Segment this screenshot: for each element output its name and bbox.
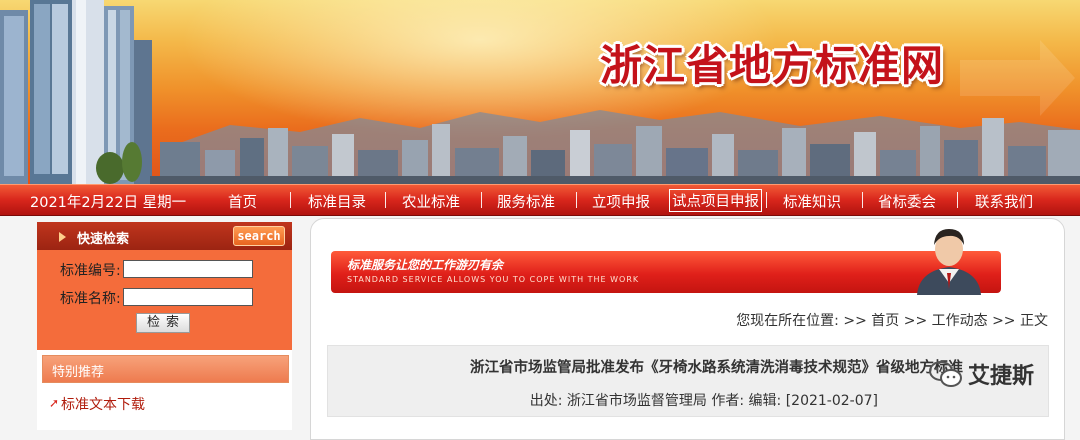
quick-search-panel: 快速检索 search 标准编号: 标准名称: 检索 (37, 222, 292, 350)
nav-separator (576, 192, 577, 208)
nav-contact-us[interactable]: 联系我们 (975, 191, 1033, 212)
standard-code-input[interactable] (123, 260, 253, 278)
nav-separator (385, 192, 386, 208)
nav-pilot-project-application[interactable]: 试点项目申报 (669, 189, 762, 212)
standard-text-download-label: 标准文本下载 (61, 397, 145, 413)
main-nav: 2021年2月22日 星期一 首页 标准目录 农业标准 服务标准 立项申报 试点… (0, 184, 1080, 216)
search-badge: search (233, 226, 285, 246)
nav-separator (766, 192, 767, 208)
wechat-icon (929, 361, 962, 387)
site-title: 浙江省地方标准网 (600, 41, 945, 90)
search-button[interactable]: 检索 (136, 313, 190, 333)
standard-code-label: 标准编号: (60, 263, 121, 279)
left-sidebar: 快速检索 search 标准编号: 标准名称: 检索 特别推荐 ➚ 标准文本下载 (37, 222, 292, 430)
article-title: 浙江省市场监管局批准发布《牙椅水路系统清洗消毒技术规范》省级地方标准 (470, 360, 963, 376)
nav-service-standards[interactable]: 服务标准 (497, 191, 555, 212)
nav-agriculture-standards[interactable]: 农业标准 (402, 191, 460, 212)
quick-search-title: 快速检索 (77, 232, 130, 247)
slogan-banner: 标准服务让您的工作游刃有余 STANDARD SERVICE ALLOWS YO… (331, 251, 1001, 293)
watermark-text: 艾捷斯 (968, 364, 1035, 389)
breadcrumb: 您现在所在位置: >> 首页 >> 工作动态 >> 正文 (736, 313, 1048, 329)
slogan-chinese: 标准服务让您的工作游刃有余 (347, 258, 504, 272)
main-content: 标准服务让您的工作游刃有余 STANDARD SERVICE ALLOWS YO… (310, 218, 1065, 440)
standard-name-input[interactable] (123, 288, 253, 306)
nav-standard-catalog[interactable]: 标准目录 (308, 191, 366, 212)
recommend-title: 特别推荐 (52, 365, 105, 380)
wechat-watermark: 艾捷斯 (928, 358, 1034, 398)
quick-search-header: 快速检索 search (37, 222, 292, 250)
businessman-illustration (917, 229, 981, 295)
current-date: 2021年2月22日 星期一 (30, 195, 187, 211)
header-banner: 浙江省地方标准网 (0, 0, 1080, 184)
nav-separator (481, 192, 482, 208)
nav-separator (862, 192, 863, 208)
nav-home[interactable]: 首页 (228, 191, 257, 212)
standard-name-label: 标准名称: (60, 291, 121, 307)
recommend-panel: 特别推荐 ➚ 标准文本下载 (37, 350, 292, 430)
article-meta: 出处: 浙江省市场监督管理局 作者: 编辑: [2021-02-07] (529, 393, 878, 409)
bullet-icon (59, 232, 66, 242)
nav-separator (957, 192, 958, 208)
nav-standard-knowledge[interactable]: 标准知识 (783, 191, 841, 212)
nav-project-application[interactable]: 立项申报 (592, 191, 650, 212)
recommend-header: 特别推荐 (42, 355, 289, 383)
arrow-icon: ➚ (49, 396, 60, 410)
nav-separator (290, 192, 291, 208)
nav-provincial-committee[interactable]: 省标委会 (878, 191, 936, 212)
slogan-english: STANDARD SERVICE ALLOWS YOU TO COPE WITH… (347, 275, 640, 284)
